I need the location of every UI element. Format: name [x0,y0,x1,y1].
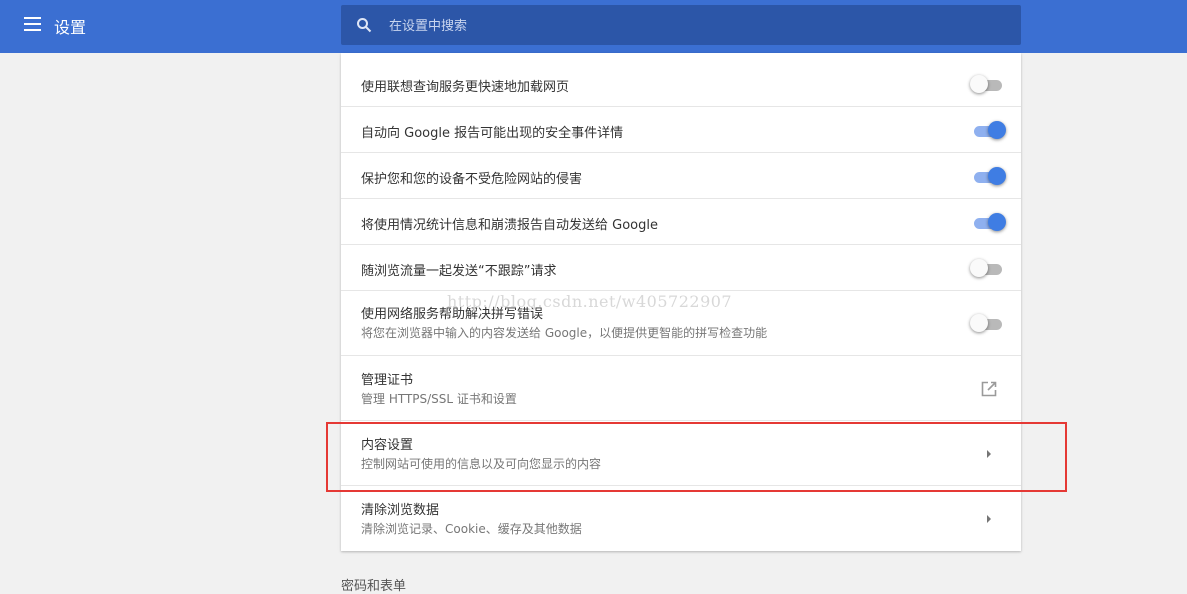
setting-row-spelling-service[interactable]: 使用网络服务帮助解决拼写错误 将您在浏览器中输入的内容发送给 Google，以便… [341,290,1021,356]
setting-row-prediction-service[interactable]: 使用联想查询服务更快速地加载网页 [341,60,1021,106]
setting-sublabel: 管理 HTTPS/SSL 证书和设置 [361,392,517,406]
safe-browsing-toggle[interactable] [972,166,1006,186]
usage-stats-toggle[interactable] [972,212,1006,232]
setting-label: 保护您和您的设备不受危险网站的侵害 [361,172,583,187]
setting-label: 随浏览流量一起发送“不跟踪”请求 [361,264,557,279]
setting-label: 清除浏览数据 [361,503,440,518]
setting-label: 使用联想查询服务更快速地加载网页 [361,80,570,95]
search-input[interactable] [387,5,991,47]
setting-row-safe-browsing-report[interactable]: 自动向 Google 报告可能出现的安全事件详情 [341,106,1021,153]
external-link-icon[interactable] [980,380,998,398]
setting-row-safe-browsing[interactable]: 保护您和您的设备不受危险网站的侵害 [341,152,1021,199]
setting-sublabel: 清除浏览记录、Cookie、缓存及其他数据 [361,522,582,536]
top-bar: 设置 [0,0,1187,53]
spelling-service-toggle[interactable] [970,313,1004,333]
setting-label: 将使用情况统计信息和崩溃报告自动发送给 Google [361,218,658,233]
setting-row-clear-browsing-data[interactable]: 清除浏览数据 清除浏览记录、Cookie、缓存及其他数据 [341,485,1021,552]
setting-row-usage-stats[interactable]: 将使用情况统计信息和崩溃报告自动发送给 Google [341,198,1021,245]
search-box[interactable] [341,5,1021,47]
hamburger-menu-icon[interactable] [24,17,41,31]
arrow-right-icon[interactable] [984,513,994,525]
setting-label: 自动向 Google 报告可能出现的安全事件详情 [361,126,624,141]
setting-label: 使用网络服务帮助解决拼写错误 [361,307,544,322]
search-icon [357,18,372,33]
section-heading: 密码和表单 [341,579,407,594]
setting-sublabel: 将您在浏览器中输入的内容发送给 Google，以便提供更智能的拼写检查功能 [361,326,768,340]
page-title: 设置 [54,18,87,37]
setting-label: 管理证书 [361,373,414,388]
setting-row-manage-certificates[interactable]: 管理证书 管理 HTTPS/SSL 证书和设置 [341,355,1021,421]
safe-browsing-report-toggle[interactable] [972,120,1006,140]
red-highlight-box [326,422,1067,492]
do-not-track-toggle[interactable] [970,258,1004,278]
setting-row-do-not-track[interactable]: 随浏览流量一起发送“不跟踪”请求 [341,244,1021,291]
prediction-service-toggle[interactable] [970,74,1004,94]
